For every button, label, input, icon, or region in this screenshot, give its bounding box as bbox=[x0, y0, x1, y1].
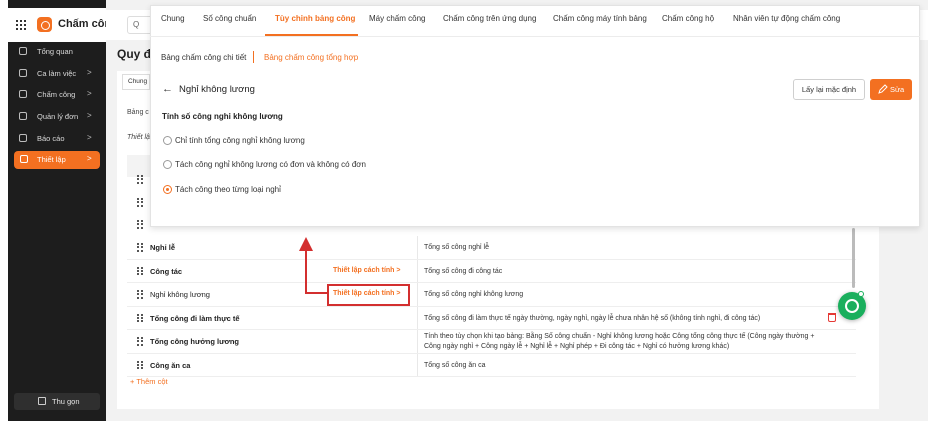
radio-split-by-type[interactable] bbox=[163, 185, 172, 194]
table-row: Tổng công đi làm thực tế Tổng số công đi… bbox=[127, 307, 856, 330]
pencil-icon bbox=[878, 84, 888, 94]
table-row: Tổng công hưởng lương Tính theo tùy chọn… bbox=[127, 330, 856, 354]
left-strip bbox=[0, 0, 8, 421]
table-row: Nghỉ lễ Tổng số công nghỉ lễ bbox=[127, 236, 856, 260]
chevron-right-icon: > bbox=[87, 133, 92, 142]
active-tab-indicator bbox=[265, 34, 358, 36]
reset-default-button[interactable]: Lấy lại mặc định bbox=[793, 79, 865, 100]
edit-button[interactable]: Sửa bbox=[870, 79, 912, 100]
tab-auto-checkin[interactable]: Nhân viên tự động chấm công bbox=[733, 14, 840, 23]
sidebar-item-label: Thiết lập bbox=[37, 155, 66, 164]
chevron-right-icon: > bbox=[87, 154, 92, 163]
sidebar-item-overview[interactable]: Tổng quan bbox=[8, 43, 106, 61]
column-name: Tổng công đi làm thực tế bbox=[150, 313, 240, 323]
collapse-label: Thu gọn bbox=[52, 397, 80, 406]
column-description: Tổng số công nghỉ không lương bbox=[424, 291, 524, 298]
app-root: Chấm công Tổng quan Ca làm việc > Chấm c… bbox=[0, 0, 928, 421]
collapse-icon bbox=[38, 397, 46, 405]
chevron-right-icon: > bbox=[87, 89, 92, 98]
sidebar-item-label: Quản lý đơn bbox=[37, 112, 79, 121]
drag-handle-icon[interactable] bbox=[137, 220, 143, 229]
column-description: Tổng số công ăn ca bbox=[424, 361, 486, 369]
annotation-arrow-connector bbox=[305, 292, 327, 294]
table-row: Nghỉ không lương Thiết lập cách tính > T… bbox=[127, 283, 856, 307]
chevron-right-icon: > bbox=[87, 111, 92, 120]
tab-bar-border bbox=[150, 36, 920, 37]
table-row: Công tác Thiết lập cách tính > Tổng số c… bbox=[127, 260, 856, 283]
sidebar-item-settings[interactable]: Thiết lập > bbox=[14, 151, 100, 169]
arrow-up-icon bbox=[299, 237, 313, 251]
sidebar-item-attendance[interactable]: Chấm công > bbox=[8, 86, 106, 104]
trash-icon[interactable] bbox=[828, 313, 836, 322]
background-table-header bbox=[127, 155, 151, 177]
tab-tablet-checkin[interactable]: Chấm công máy tính bảng bbox=[553, 14, 647, 23]
subtab-summary-timesheet[interactable]: Bảng chấm công tổng hợp bbox=[264, 53, 358, 62]
sidebar-item-label: Chấm công bbox=[37, 90, 76, 99]
column-name: Nghỉ không lương bbox=[150, 290, 210, 299]
edit-button-label: Sửa bbox=[890, 85, 905, 94]
apps-grid-icon[interactable] bbox=[16, 20, 26, 30]
column-description: Tổng số công đi công tác bbox=[424, 267, 503, 275]
tab-app-checkin[interactable]: Chấm công trên ứng dụng bbox=[443, 14, 536, 23]
background-row-label: Bảng c bbox=[127, 109, 149, 116]
home-icon bbox=[19, 47, 27, 55]
radio-label: Chỉ tính tổng công nghỉ không lương bbox=[175, 136, 305, 145]
sidebar-item-reports[interactable]: Báo cáo > bbox=[8, 130, 106, 148]
radio-label: Tách công nghỉ không lương có đơn và khô… bbox=[175, 160, 366, 169]
sidebar bbox=[8, 0, 106, 421]
collapse-sidebar-button[interactable]: Thu gọn bbox=[14, 393, 100, 410]
add-column-button[interactable]: + Thêm cột bbox=[130, 377, 168, 386]
column-description: Tính theo tùy chọn khi tạo bảng: Bằng Số… bbox=[424, 333, 815, 350]
notification-dot bbox=[858, 291, 864, 297]
column-name: Nghỉ lễ bbox=[150, 243, 176, 252]
background-row-label: Thiết lậ bbox=[127, 134, 150, 141]
table-scrollbar[interactable] bbox=[852, 228, 855, 288]
tab-proxy-checkin[interactable]: Chấm công hộ bbox=[662, 14, 714, 23]
radio-total-only[interactable] bbox=[163, 136, 172, 145]
drag-handle-icon[interactable] bbox=[137, 198, 143, 207]
highlight-box bbox=[327, 284, 410, 306]
chart-icon bbox=[19, 134, 27, 142]
column-name: Tổng công hưởng lương bbox=[150, 337, 240, 346]
drag-handle-icon[interactable] bbox=[137, 360, 143, 370]
app-logo-icon bbox=[37, 17, 52, 32]
subtab-divider bbox=[253, 51, 254, 63]
sidebar-item-shifts[interactable]: Ca làm việc > bbox=[8, 65, 106, 83]
tab-general[interactable]: Chung bbox=[161, 14, 185, 23]
sidebar-item-label: Báo cáo bbox=[37, 134, 65, 143]
column-name: Công tác bbox=[150, 266, 183, 276]
drag-handle-icon[interactable] bbox=[137, 175, 143, 184]
tab-customize-timesheet[interactable]: Tùy chỉnh bảng công bbox=[275, 14, 355, 23]
drag-handle-icon[interactable] bbox=[137, 266, 143, 276]
drag-handle-icon[interactable] bbox=[137, 243, 143, 252]
sidebar-item-label: Tổng quan bbox=[37, 47, 73, 56]
list-icon bbox=[19, 90, 27, 98]
background-tab[interactable]: Chung bbox=[122, 74, 150, 90]
drag-handle-icon[interactable] bbox=[137, 313, 143, 323]
drag-handle-icon[interactable] bbox=[137, 337, 143, 346]
drag-handle-icon[interactable] bbox=[137, 290, 143, 299]
column-name: Công ăn ca bbox=[150, 360, 191, 370]
document-icon bbox=[19, 112, 27, 120]
page-title: Nghỉ không lương bbox=[179, 84, 255, 95]
section-title: Tính số công nghỉ không lương bbox=[162, 112, 283, 121]
tab-standard-workdays[interactable]: Số công chuẩn bbox=[203, 14, 256, 23]
background-page-title: Quy đị bbox=[117, 47, 155, 61]
back-arrow-icon[interactable]: ← bbox=[162, 83, 173, 95]
column-description: Tổng số công nghỉ lễ bbox=[424, 244, 489, 251]
table-row: Công ăn ca Tổng số công ăn ca bbox=[127, 354, 856, 377]
radio-label: Tách công theo từng loại nghỉ bbox=[175, 185, 281, 194]
gear-icon bbox=[20, 155, 28, 163]
sidebar-item-requests[interactable]: Quản lý đơn > bbox=[8, 108, 106, 126]
annotation-arrow-shaft bbox=[305, 250, 307, 294]
subtab-detail-timesheet[interactable]: Bảng chấm công chi tiết bbox=[161, 53, 246, 62]
setup-calculation-link[interactable]: Thiết lập cách tính > bbox=[333, 267, 400, 274]
sidebar-item-label: Ca làm việc bbox=[37, 69, 77, 78]
column-description: Tổng số công đi làm thực tế ngày thường,… bbox=[424, 314, 761, 322]
radio-split-with-request[interactable] bbox=[163, 160, 172, 169]
tab-time-clock[interactable]: Máy chấm công bbox=[369, 14, 425, 23]
calendar-icon bbox=[19, 69, 27, 77]
chevron-right-icon: > bbox=[87, 68, 92, 77]
